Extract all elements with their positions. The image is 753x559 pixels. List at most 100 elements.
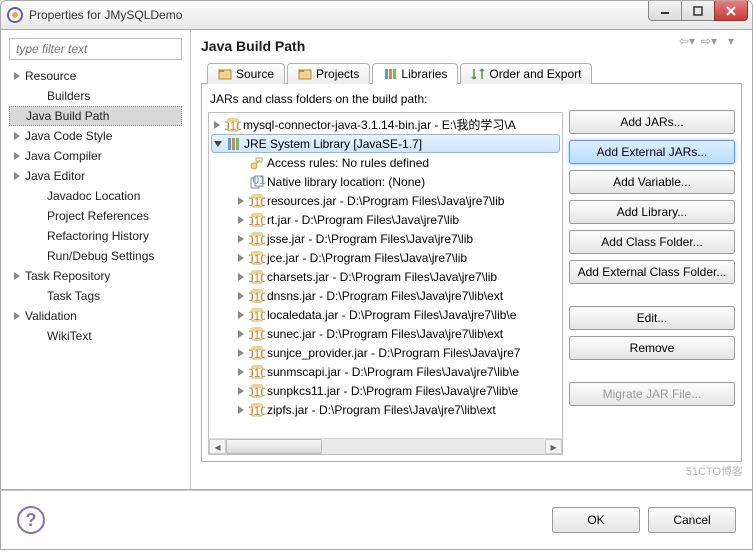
- remove-button[interactable]: Remove: [569, 336, 735, 360]
- cancel-button[interactable]: Cancel: [648, 507, 736, 533]
- horizontal-scrollbar[interactable]: ◂ ▸: [208, 438, 563, 455]
- edit-button[interactable]: Edit...: [569, 306, 735, 330]
- list-item[interactable]: 010sunec.jar - D:\Program Files\Java\jre…: [209, 324, 562, 343]
- tree-item[interactable]: Java Compiler: [9, 146, 182, 166]
- tree-item[interactable]: Java Build Path: [9, 106, 182, 126]
- native-icon: 01: [249, 174, 265, 190]
- list-item[interactable]: 010localedata.jar - D:\Program Files\Jav…: [209, 305, 562, 324]
- tab-order-and-export[interactable]: Order and Export: [460, 63, 592, 84]
- tree-item[interactable]: Task Repository: [9, 266, 182, 286]
- classpath-list[interactable]: 010mysql-connector-java-3.1.14-bin.jar -…: [208, 112, 563, 439]
- tree-item[interactable]: Resource: [9, 66, 182, 86]
- jar-icon: 010: [249, 250, 265, 266]
- jar-icon: 010: [249, 212, 265, 228]
- list-item[interactable]: Access rules: No rules defined: [209, 153, 562, 172]
- menu-icon[interactable]: ▾: [722, 34, 740, 48]
- svg-text:010: 010: [249, 385, 265, 399]
- svg-text:010: 010: [249, 195, 265, 209]
- forward-icon[interactable]: ⇨▾: [700, 34, 718, 48]
- jar-icon: 010: [249, 307, 265, 323]
- list-item[interactable]: 010rt.jar - D:\Program Files\Java\jre7\l…: [209, 210, 562, 229]
- right-panel: Java Build Path ⇦▾ ⇨▾ ▾ SourceProjectsLi…: [191, 30, 752, 489]
- category-tree[interactable]: ResourceBuildersJava Build PathJava Code…: [9, 66, 182, 346]
- svg-text:010: 010: [249, 347, 265, 361]
- list-item[interactable]: 010jsse.jar - D:\Program Files\Java\jre7…: [209, 229, 562, 248]
- section-title: Java Build Path: [201, 38, 742, 54]
- tree-item[interactable]: WikiText: [9, 326, 182, 346]
- back-icon[interactable]: ⇦▾: [678, 34, 696, 48]
- list-description: JARs and class folders on the build path…: [210, 92, 563, 106]
- scroll-right-icon[interactable]: ▸: [545, 439, 562, 454]
- tree-item[interactable]: Javadoc Location: [9, 186, 182, 206]
- lib-icon: [226, 136, 242, 152]
- svg-text:010: 010: [249, 309, 265, 323]
- tree-item[interactable]: Java Code Style: [9, 126, 182, 146]
- migrate-jar-button: Migrate JAR File...: [569, 382, 735, 406]
- order-icon: [471, 67, 485, 81]
- svg-text:010: 010: [249, 233, 265, 247]
- jar-icon: 010: [249, 231, 265, 247]
- list-item[interactable]: JRE System Library [JavaSE-1.7]: [211, 134, 560, 153]
- app-icon: [7, 7, 23, 23]
- svg-text:010: 010: [249, 290, 265, 304]
- jar-icon: 010: [225, 117, 241, 133]
- footer: ? OK Cancel: [0, 490, 753, 550]
- jar-icon: 010: [249, 269, 265, 285]
- tabs: SourceProjectsLibrariesOrder and Export: [201, 62, 742, 84]
- button-column: Add JARs... Add External JARs... Add Var…: [569, 90, 735, 455]
- jar-icon: 010: [249, 364, 265, 380]
- list-item[interactable]: 010zipfs.jar - D:\Program Files\Java\jre…: [209, 400, 562, 419]
- svg-text:010: 010: [249, 252, 265, 266]
- tree-item[interactable]: Run/Debug Settings: [9, 246, 182, 266]
- tree-item[interactable]: Validation: [9, 306, 182, 326]
- add-external-jars-button[interactable]: Add External JARs...: [569, 140, 735, 164]
- add-external-class-folder-button[interactable]: Add External Class Folder...: [569, 260, 735, 284]
- access-icon: [249, 155, 265, 171]
- svg-text:010: 010: [249, 271, 265, 285]
- jar-icon: 010: [249, 326, 265, 342]
- svg-text:010: 010: [249, 214, 265, 228]
- close-button[interactable]: [714, 1, 748, 21]
- add-class-folder-button[interactable]: Add Class Folder...: [569, 230, 735, 254]
- maximize-button[interactable]: [681, 1, 715, 21]
- tree-item[interactable]: Java Editor: [9, 166, 182, 186]
- add-library-button[interactable]: Add Library...: [569, 200, 735, 224]
- add-variable-button[interactable]: Add Variable...: [569, 170, 735, 194]
- list-item[interactable]: 010mysql-connector-java-3.1.14-bin.jar -…: [209, 115, 562, 134]
- tree-item[interactable]: Refactoring History: [9, 226, 182, 246]
- help-icon[interactable]: ?: [17, 506, 45, 534]
- tab-projects[interactable]: Projects: [287, 63, 370, 84]
- source-folder-icon: [218, 67, 232, 81]
- tab-libraries[interactable]: Libraries: [372, 63, 458, 84]
- svg-text:010: 010: [249, 404, 265, 418]
- tree-item[interactable]: Project References: [9, 206, 182, 226]
- list-item[interactable]: 010sunmscapi.jar - D:\Program Files\Java…: [209, 362, 562, 381]
- list-item[interactable]: 010jce.jar - D:\Program Files\Java\jre7\…: [209, 248, 562, 267]
- scroll-thumb[interactable]: [226, 439, 322, 454]
- list-item[interactable]: 010sunpkcs11.jar - D:\Program Files\Java…: [209, 381, 562, 400]
- jar-icon: 010: [249, 383, 265, 399]
- minimize-button[interactable]: [648, 1, 682, 21]
- nav-arrows: ⇦▾ ⇨▾ ▾: [678, 34, 740, 48]
- scroll-left-icon[interactable]: ◂: [209, 439, 226, 454]
- tree-item[interactable]: Task Tags: [9, 286, 182, 306]
- tree-item[interactable]: Builders: [9, 86, 182, 106]
- list-item[interactable]: 010sunjce_provider.jar - D:\Program File…: [209, 343, 562, 362]
- list-item[interactable]: 010charsets.jar - D:\Program Files\Java\…: [209, 267, 562, 286]
- add-jars-button[interactable]: Add JARs...: [569, 110, 735, 134]
- tab-source[interactable]: Source: [207, 63, 285, 84]
- filter-input[interactable]: [9, 38, 182, 60]
- jar-icon: 010: [249, 402, 265, 418]
- svg-text:010: 010: [249, 328, 265, 342]
- list-item[interactable]: 01Native library location: (None): [209, 172, 562, 191]
- projects-folder-icon: [298, 67, 312, 81]
- left-panel: ResourceBuildersJava Build PathJava Code…: [1, 30, 191, 489]
- list-item[interactable]: 010resources.jar - D:\Program Files\Java…: [209, 191, 562, 210]
- list-item[interactable]: 010dnsns.jar - D:\Program Files\Java\jre…: [209, 286, 562, 305]
- svg-text:010: 010: [249, 366, 265, 380]
- ok-button[interactable]: OK: [552, 507, 640, 533]
- jar-icon: 010: [249, 193, 265, 209]
- library-icon: [383, 67, 397, 81]
- titlebar: Properties for JMySQLDemo: [0, 0, 753, 30]
- jar-icon: 010: [249, 288, 265, 304]
